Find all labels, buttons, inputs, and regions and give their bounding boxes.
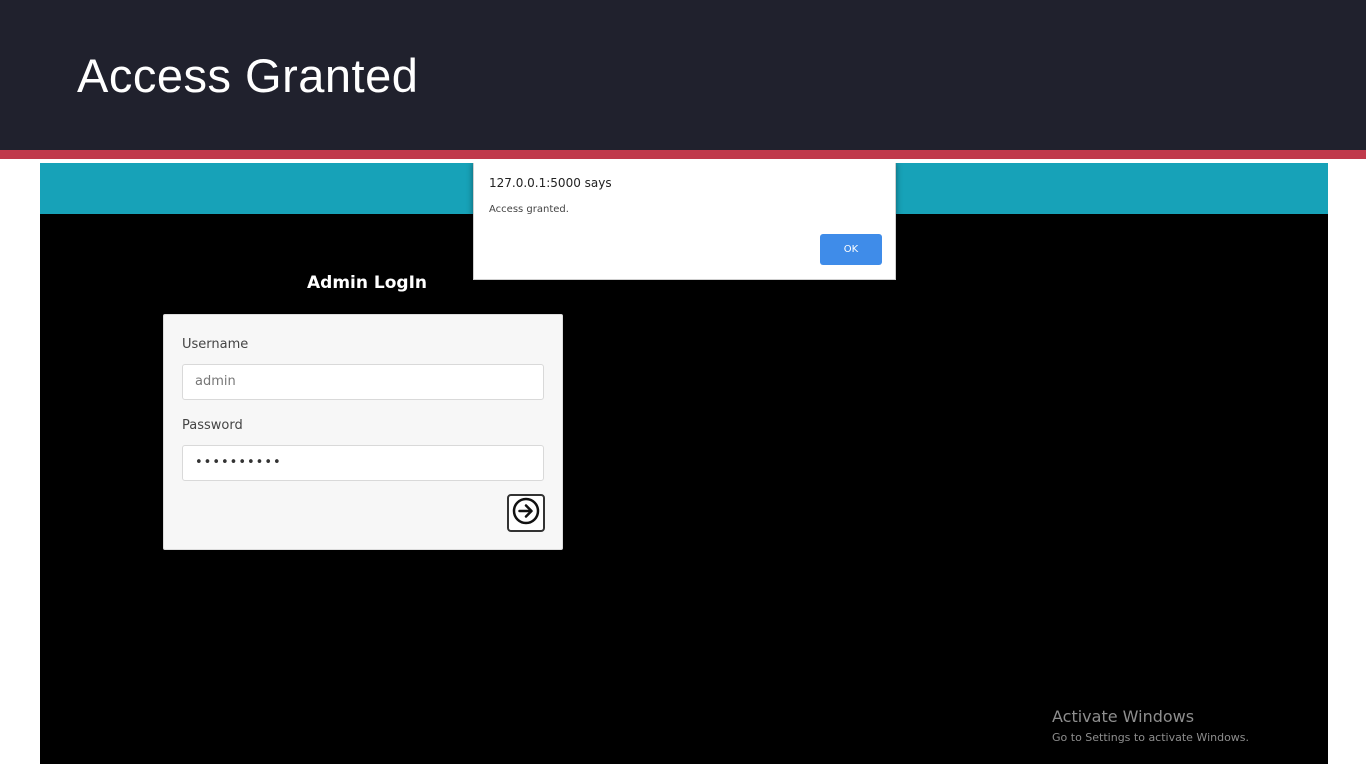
watermark-subtitle: Go to Settings to activate Windows. <box>1052 731 1250 744</box>
password-input[interactable]: •••••••••• <box>182 445 544 481</box>
login-heading: Admin LogIn <box>307 273 427 293</box>
username-label: Username <box>182 337 249 352</box>
arrow-right-circle-icon <box>512 497 540 530</box>
accent-bar <box>0 150 1366 159</box>
username-input[interactable]: admin <box>182 364 544 400</box>
slide-title: Access Granted <box>77 49 419 102</box>
alert-origin: 127.0.0.1:5000 says <box>489 176 612 190</box>
watermark-title: Activate Windows <box>1052 707 1195 726</box>
password-label: Password <box>182 418 243 433</box>
windows-activation-watermark: Activate Windows Go to Settings to activ… <box>1052 707 1249 747</box>
alert-dialog: 127.0.0.1:5000 says Access granted. OK <box>473 163 896 280</box>
login-card: Username admin Password •••••••••• <box>163 314 563 550</box>
app-screenshot: Admin LogIn Username admin Password ••••… <box>40 163 1328 764</box>
login-submit-button[interactable] <box>507 494 545 532</box>
alert-ok-button[interactable]: OK <box>820 234 882 265</box>
alert-message: Access granted. <box>489 204 569 215</box>
slide-header: Access Granted <box>0 0 1366 150</box>
